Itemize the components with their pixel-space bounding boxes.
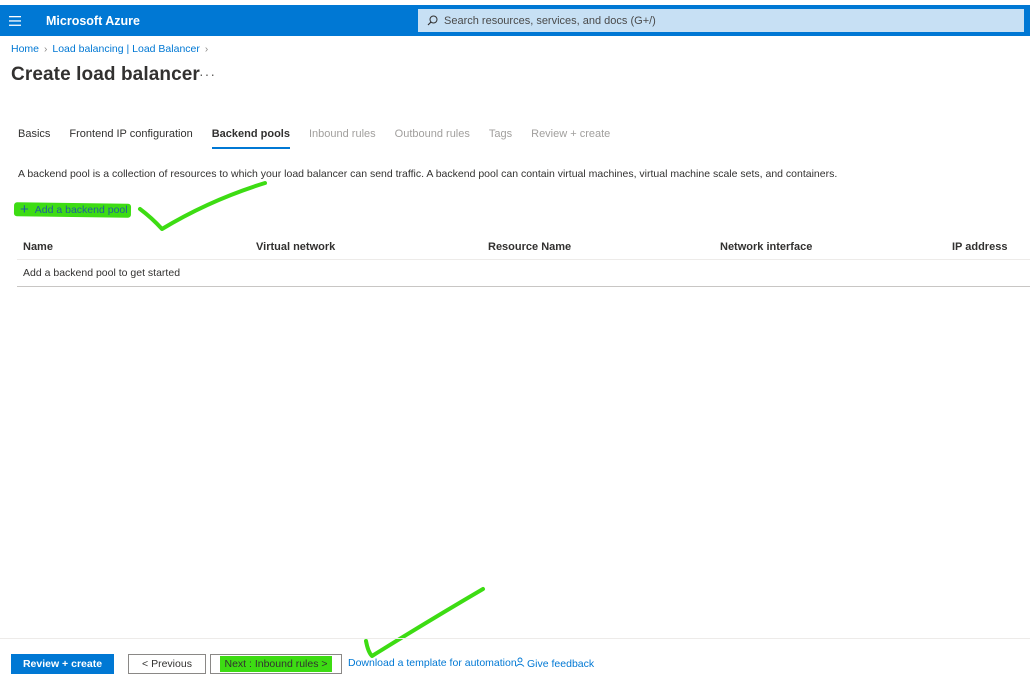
review-create-button[interactable]: Review + create — [11, 654, 114, 674]
table-header: Name Virtual network Resource Name Netwo… — [17, 234, 1030, 260]
plus-icon: + — [20, 201, 29, 218]
download-template-link[interactable]: Download a template for automation — [348, 657, 517, 669]
tab-basics[interactable]: Basics — [18, 128, 50, 149]
search-input[interactable] — [444, 14, 1023, 27]
hamburger-icon[interactable] — [0, 15, 30, 26]
page-title: Create load balancer — [11, 64, 200, 85]
table-empty-row: Add a backend pool to get started — [17, 260, 1030, 287]
wizard-footer: Review + create < Previous Next : Inboun… — [0, 638, 1030, 679]
chevron-right-icon: › — [44, 43, 48, 55]
next-inbound-rules-button[interactable]: Next : Inbound rules > — [210, 654, 342, 674]
tab-backend-pools[interactable]: Backend pools — [211, 128, 290, 149]
feedback-person-icon — [515, 657, 525, 670]
backend-pools-table: Name Virtual network Resource Name Netwo… — [17, 234, 1030, 287]
search-icon — [427, 15, 444, 26]
breadcrumb-load-balancing[interactable]: Load balancing | Load Balancer — [52, 43, 200, 55]
previous-button[interactable]: < Previous — [128, 654, 206, 674]
backend-pool-description: A backend pool is a collection of resour… — [18, 168, 838, 180]
tab-tags: Tags — [488, 128, 513, 140]
column-header-virtual-network[interactable]: Virtual network — [256, 241, 335, 253]
column-header-network-interface[interactable]: Network interface — [720, 241, 812, 253]
top-navigation-bar: Microsoft Azure — [0, 5, 1030, 36]
column-header-name[interactable]: Name — [23, 241, 53, 253]
give-feedback-label: Give feedback — [527, 657, 595, 670]
give-feedback-link[interactable]: Give feedback — [515, 657, 594, 670]
column-header-resource-name[interactable]: Resource Name — [488, 241, 571, 253]
add-backend-pool-label: Add a backend pool — [34, 203, 128, 216]
brand-name[interactable]: Microsoft Azure — [46, 14, 140, 28]
add-backend-pool-button[interactable]: + Add a backend pool — [20, 202, 128, 217]
global-search-box[interactable] — [418, 9, 1024, 32]
tab-outbound-rules: Outbound rules — [394, 128, 470, 140]
column-header-ip-address[interactable]: IP address — [952, 241, 1007, 253]
wizard-tabs: Basics Frontend IP configuration Backend… — [18, 128, 629, 149]
more-options-icon[interactable]: ··· — [199, 66, 216, 82]
empty-message: Add a backend pool to get started — [23, 267, 181, 279]
next-button-label: Next : Inbound rules > — [220, 656, 332, 672]
tab-review-create: Review + create — [531, 128, 611, 140]
tab-frontend-ip-configuration[interactable]: Frontend IP configuration — [69, 128, 192, 149]
checkmark-annotation — [138, 181, 267, 231]
breadcrumb-home[interactable]: Home — [11, 43, 39, 55]
breadcrumb: Home › Load balancing | Load Balancer › — [11, 43, 213, 55]
chevron-right-icon: › — [204, 43, 209, 55]
tab-inbound-rules: Inbound rules — [308, 128, 376, 140]
checkmark-annotations — [138, 181, 485, 658]
